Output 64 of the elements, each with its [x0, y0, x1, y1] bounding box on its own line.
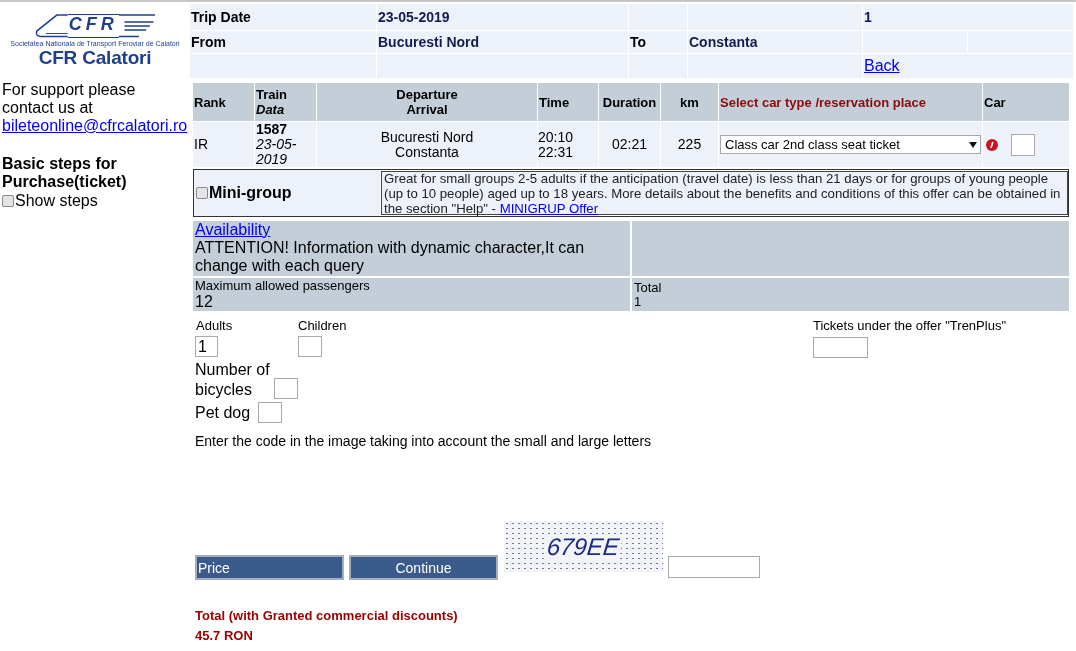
support-text: For support please contact us at bileteonline@cfrcalatori.ro	[2, 81, 188, 135]
field-value: 12	[195, 293, 214, 310]
field-label: Total	[634, 280, 663, 295]
column-header: km	[661, 83, 718, 121]
offer-description: Great for small groups 2-5 adults if the anticipation (travel date) is less than 21 days or for groups of young people (up to 10 people) aged up to 18 years. More details about the benefits and conditions of this offer can be obtained in the section "Help" - MINIGRUP Offer	[384, 170, 1062, 216]
price-button[interactable]: Price	[195, 555, 344, 580]
notice-text: ATTENTION! Information with dynamic character,It can change with each query	[195, 239, 586, 275]
email-link[interactable]: bileteonline@cfrcalatori.ro	[2, 117, 188, 134]
column-header: Car	[983, 83, 1069, 121]
field-value: Constanta	[689, 34, 758, 50]
departure-time: 20:10	[538, 129, 574, 145]
field-label: Pet dog	[195, 402, 251, 423]
train-number: 1587	[256, 122, 289, 137]
captcha-field[interactable]	[668, 556, 760, 578]
field-value: 1	[634, 294, 643, 309]
steps-title: Basic steps for Purchase(ticket)	[2, 155, 128, 191]
children-field[interactable]	[298, 336, 322, 357]
show-steps-checkbox[interactable]	[2, 195, 14, 207]
trip-distance: 225	[677, 137, 702, 152]
train-nose-icon	[35, 14, 68, 38]
column-header: Time	[538, 83, 598, 121]
column-header: Select car type /reservation place	[719, 83, 982, 121]
arrival-time: 22:31	[538, 144, 574, 160]
car-type-select[interactable]: Class car 2nd class seat ticket	[720, 135, 981, 154]
field-value: 1	[864, 9, 872, 25]
trip-duration: 02:21	[611, 137, 647, 152]
departure-station: Bucuresti Nord	[380, 129, 474, 145]
field-label: Children	[298, 318, 348, 333]
speed-lines-icon	[118, 14, 155, 38]
column-header: Rank	[193, 83, 254, 121]
car-field[interactable]	[1011, 133, 1035, 156]
field-label: From	[191, 34, 226, 50]
captcha-instruction: Enter the code in the image taking into account the small and large letters	[195, 433, 653, 449]
field-value: Bucuresti Nord	[378, 34, 480, 50]
availability-link[interactable]: Availability	[195, 221, 271, 239]
mini-group-checkbox[interactable]	[196, 187, 208, 199]
train-rank: IR	[194, 137, 208, 152]
field-label: Tickets under the offer "TrenPlus"	[813, 318, 1006, 333]
mini-group-label: Mini-group	[209, 184, 292, 202]
continue-button[interactable]: Continue	[349, 555, 498, 580]
column-header: Duration	[599, 83, 660, 121]
adults-field[interactable]: 1	[195, 336, 218, 357]
field-value: 23-05-2019	[378, 9, 450, 25]
field-label: Adults	[195, 318, 234, 333]
back-link[interactable]: Back	[864, 57, 900, 75]
field-label: To	[630, 34, 647, 50]
logo-mark: CFR	[67, 14, 119, 38]
arrival-station: Constanta	[395, 144, 459, 160]
checkbox-label: Show steps	[15, 192, 98, 210]
field-label: Number of bicycles	[195, 360, 271, 400]
field-label: Maximum allowed passengers	[195, 279, 371, 293]
column-header: Train Data	[255, 83, 316, 121]
column-header: Departure Arrival	[317, 83, 537, 121]
brand-name: CFR Calatori	[38, 48, 152, 68]
train-date: 23-05-2019	[256, 137, 298, 167]
bicycles-field[interactable]	[274, 378, 298, 399]
offer-link[interactable]: MINIGRUP Offer	[499, 200, 599, 216]
pet-dog-field[interactable]	[258, 402, 283, 423]
field-label: Trip Date	[191, 9, 251, 25]
total-label: Total (with Granted commercial discounts)	[195, 607, 459, 625]
trenplus-field[interactable]	[813, 337, 868, 358]
total-amount: 45.7 RON	[195, 627, 254, 645]
info-icon[interactable]	[986, 138, 998, 151]
caret-icon	[969, 141, 977, 148]
